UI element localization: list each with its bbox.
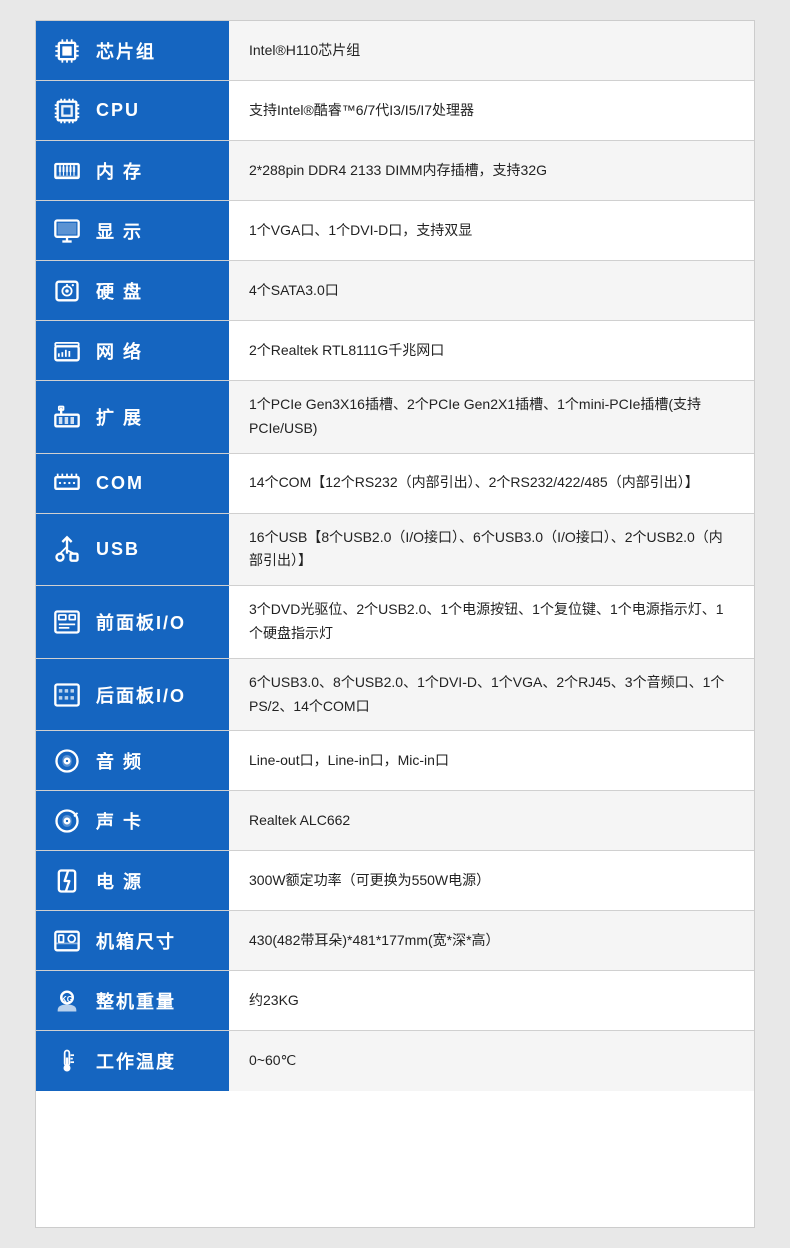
spec-row-usb: USB 16个USB【8个USB2.0（I/O接口）、6个USB3.0（I/O接口… — [36, 514, 754, 587]
spec-value-rear-panel: 6个USB3.0、8个USB2.0、1个DVI-D、1个VGA、2个RJ45、3… — [229, 659, 754, 731]
spec-label-usb: USB — [36, 514, 229, 586]
spec-row-power: 电 源 300W额定功率（可更换为550W电源） — [36, 851, 754, 911]
spec-label-power: 电 源 — [36, 851, 229, 910]
spec-label-text-network: 网 络 — [96, 338, 143, 364]
spec-label-text-usb: USB — [96, 539, 140, 560]
spec-label-display: 显 示 — [36, 201, 229, 260]
spec-row-network: 网 络 2个Realtek RTL8111G千兆网口 — [36, 321, 754, 381]
spec-row-chassis: 机箱尺寸 430(482带耳朵)*481*177mm(宽*深*高） — [36, 911, 754, 971]
weight-icon: KG — [48, 982, 86, 1020]
chassis-icon — [48, 922, 86, 960]
rear-panel-icon — [48, 676, 86, 714]
spec-label-text-chipset: 芯片组 — [96, 38, 156, 64]
spec-value-network: 2个Realtek RTL8111G千兆网口 — [229, 321, 754, 380]
spec-value-cpu: 支持Intel®酷睿™6/7代I3/I5/I7处理器 — [229, 81, 754, 140]
spec-row-temperature: 工作温度 0~60℃ — [36, 1031, 754, 1091]
spec-label-network: 网 络 — [36, 321, 229, 380]
temperature-icon — [48, 1042, 86, 1080]
spec-label-text-weight: 整机重量 — [96, 988, 176, 1014]
memory-icon — [48, 152, 86, 190]
spec-label-text-display: 显 示 — [96, 218, 143, 244]
spec-label-text-rear-panel: 后面板I/O — [96, 682, 186, 708]
spec-row-harddisk: 硬 盘 4个SATA3.0口 — [36, 261, 754, 321]
spec-label-memory: 内 存 — [36, 141, 229, 200]
spec-row-front-panel: 前面板I/O 3个DVD光驱位、2个USB2.0、1个电源按钮、1个复位键、1个电… — [36, 586, 754, 659]
spec-row-chipset: 芯片组 Intel®H110芯片组 — [36, 21, 754, 81]
spec-value-front-panel: 3个DVD光驱位、2个USB2.0、1个电源按钮、1个复位键、1个电源指示灯、1… — [229, 586, 754, 658]
spec-label-rear-panel: 后面板I/O — [36, 659, 229, 731]
spec-value-display: 1个VGA口、1个DVI-D口，支持双显 — [229, 201, 754, 260]
spec-label-text-chassis: 机箱尺寸 — [96, 928, 176, 954]
spec-label-text-front-panel: 前面板I/O — [96, 609, 186, 635]
spec-value-expansion: 1个PCIe Gen3X16插槽、2个PCIe Gen2X1插槽、1个mini-… — [229, 381, 754, 453]
spec-label-com: COM — [36, 454, 229, 513]
spec-label-chipset: 芯片组 — [36, 21, 229, 80]
spec-value-chassis: 430(482带耳朵)*481*177mm(宽*深*高） — [229, 911, 754, 970]
spec-label-front-panel: 前面板I/O — [36, 586, 229, 658]
audio-icon — [48, 742, 86, 780]
spec-row-rear-panel: 后面板I/O 6个USB3.0、8个USB2.0、1个DVI-D、1个VGA、2个… — [36, 659, 754, 732]
spec-label-chassis: 机箱尺寸 — [36, 911, 229, 970]
display-icon — [48, 212, 86, 250]
spec-value-com: 14个COM【12个RS232（内部引出）、2个RS232/422/485（内部… — [229, 454, 754, 513]
com-icon — [48, 464, 86, 502]
spec-value-harddisk: 4个SATA3.0口 — [229, 261, 754, 320]
spec-label-harddisk: 硬 盘 — [36, 261, 229, 320]
spec-label-text-com: COM — [96, 473, 144, 494]
spec-label-text-power: 电 源 — [96, 868, 143, 894]
spec-table: 芯片组Intel®H110芯片组 CPU支持I — [35, 20, 755, 1228]
spec-label-text-memory: 内 存 — [96, 158, 143, 184]
spec-label-text-audio: 音 频 — [96, 748, 143, 774]
spec-value-weight: 约23KG — [229, 971, 754, 1030]
chipset-icon — [48, 32, 86, 70]
cpu-icon — [48, 92, 86, 130]
spec-row-weight: KG 整机重量约23KG — [36, 971, 754, 1031]
harddisk-icon — [48, 272, 86, 310]
spec-value-power: 300W额定功率（可更换为550W电源） — [229, 851, 754, 910]
expansion-icon — [48, 398, 86, 436]
spec-label-text-cpu: CPU — [96, 100, 140, 121]
front-panel-icon — [48, 603, 86, 641]
usb-icon — [48, 530, 86, 568]
spec-label-temperature: 工作温度 — [36, 1031, 229, 1091]
spec-value-audio: Line-out口，Line-in口，Mic-in口 — [229, 731, 754, 790]
spec-value-temperature: 0~60℃ — [229, 1031, 754, 1091]
spec-row-expansion: 扩 展 1个PCIe Gen3X16插槽、2个PCIe Gen2X1插槽、1个mi… — [36, 381, 754, 454]
svg-text:KG: KG — [61, 995, 73, 1004]
spec-row-audio: 音 频 Line-out口，Line-in口，Mic-in口 — [36, 731, 754, 791]
spec-label-weight: KG 整机重量 — [36, 971, 229, 1030]
spec-label-audio: 音 频 — [36, 731, 229, 790]
spec-label-cpu: CPU — [36, 81, 229, 140]
spec-label-text-temperature: 工作温度 — [96, 1048, 176, 1074]
spec-row-cpu: CPU 支持Intel®酷睿™6/7代I3/I5/I7处理器 — [36, 81, 754, 141]
power-icon — [48, 862, 86, 900]
spec-label-expansion: 扩 展 — [36, 381, 229, 453]
soundcard-icon — [48, 802, 86, 840]
spec-value-usb: 16个USB【8个USB2.0（I/O接口）、6个USB3.0（I/O接口）、2… — [229, 514, 754, 586]
spec-row-display: 显 示 1个VGA口、1个DVI-D口，支持双显 — [36, 201, 754, 261]
spec-value-memory: 2*288pin DDR4 2133 DIMM内存插槽，支持32G — [229, 141, 754, 200]
spec-label-text-soundcard: 声 卡 — [96, 808, 143, 834]
spec-row-memory: 内 存 2*288pin DDR4 2133 DIMM内存插槽，支持32G — [36, 141, 754, 201]
spec-value-soundcard: Realtek ALC662 — [229, 791, 754, 850]
spec-value-chipset: Intel®H110芯片组 — [229, 21, 754, 80]
spec-label-soundcard: 声 卡 — [36, 791, 229, 850]
spec-row-com: COM 14个COM【12个RS232（内部引出）、2个RS232/422/485… — [36, 454, 754, 514]
spec-label-text-harddisk: 硬 盘 — [96, 278, 143, 304]
spec-row-soundcard: 声 卡 Realtek ALC662 — [36, 791, 754, 851]
network-icon — [48, 332, 86, 370]
spec-label-text-expansion: 扩 展 — [96, 404, 143, 430]
